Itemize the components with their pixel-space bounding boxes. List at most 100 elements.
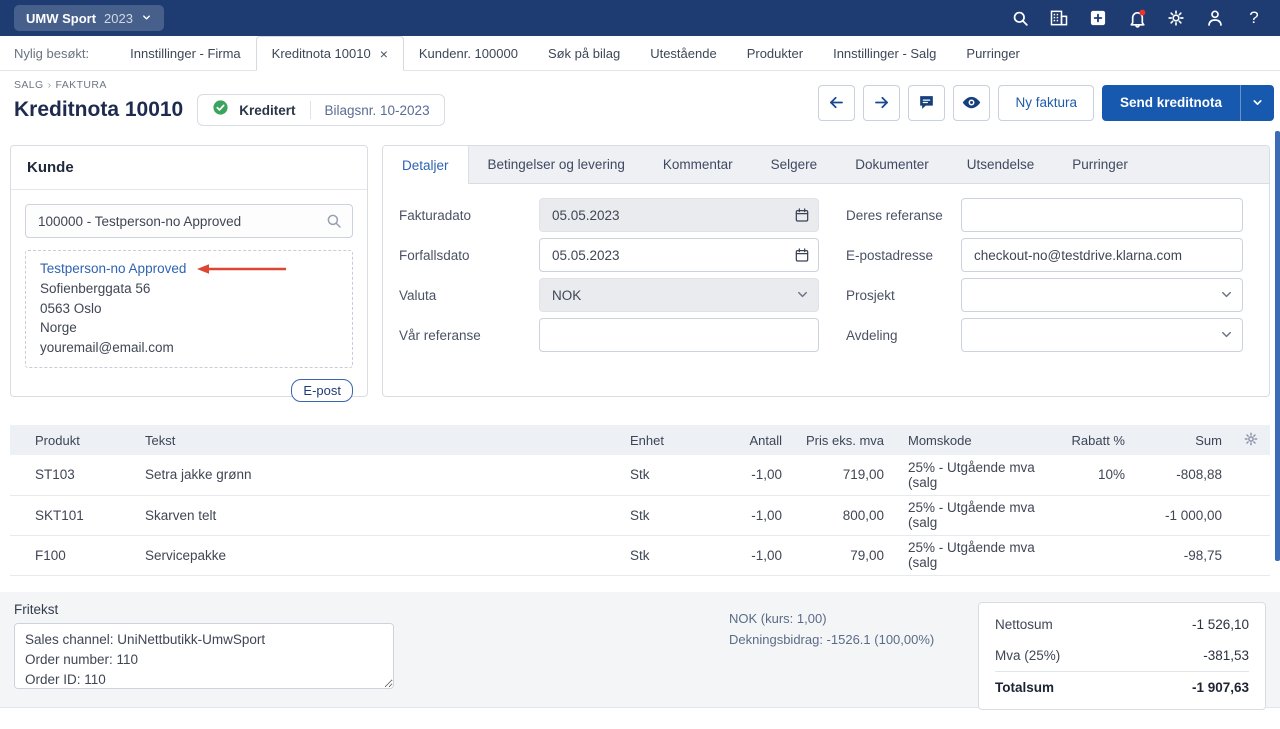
details-tab[interactable]: Kommentar <box>644 146 752 183</box>
cell-actions <box>1232 455 1270 496</box>
help-icon[interactable]: ? <box>1242 6 1266 30</box>
settings-icon[interactable] <box>1164 6 1188 30</box>
history-tab[interactable]: Produkter <box>732 36 818 70</box>
summary-info: NOK (kurs: 1,00) Dekningsbidrag: -1526.1… <box>729 602 934 693</box>
details-tab[interactable]: Purringer <box>1053 146 1147 183</box>
currency-select[interactable] <box>539 278 819 312</box>
project-select[interactable] <box>961 278 1243 312</box>
details-tab[interactable]: Utsendelse <box>948 146 1054 183</box>
send-creditnote-button[interactable]: Send kreditnota <box>1101 84 1240 121</box>
history-tab[interactable]: Kreditnota 10010 × <box>255 36 404 71</box>
our-reference-control <box>539 318 819 352</box>
history-tab[interactable]: Utestående <box>635 36 732 70</box>
cell-price: 800,00 <box>792 495 894 536</box>
department-select[interactable] <box>961 318 1243 352</box>
due-date-control <box>539 238 819 272</box>
cell-product: F100 <box>10 535 135 576</box>
breadcrumb-section[interactable]: SALG <box>14 79 44 91</box>
details-tab[interactable]: Selgere <box>752 146 837 183</box>
history-tab[interactable]: Purringer <box>951 36 1034 70</box>
bottom-section: Fritekst Sales channel: UniNettbutikk-Um… <box>0 591 1280 710</box>
main-content: Kunde Testperson-no Approved <box>0 135 1280 402</box>
due-date-input[interactable] <box>539 238 819 272</box>
address-line: Norge <box>40 320 77 335</box>
status-badge: Kreditert <box>239 102 296 118</box>
table-row[interactable]: SKT101 Skarven telt Stk -1,00 800,00 25% - Ut… <box>10 495 1270 536</box>
customer-address: Sofienberggata 56 0563 Oslo Norge youremail… <box>40 279 338 357</box>
page-header: SALG › FAKTURA Kreditnota 10010 Kreditert … <box>0 71 1280 135</box>
cell-sum: -808,88 <box>1135 455 1232 496</box>
field-department: Avdeling <box>846 318 1253 352</box>
topbar-icons: ? <box>1008 6 1266 30</box>
address-line: 0563 Oslo <box>40 300 102 316</box>
invoice-date-input[interactable] <box>539 198 819 232</box>
company-name: UMW Sport <box>26 10 97 26</box>
breadcrumb-page[interactable]: FAKTURA <box>56 79 107 91</box>
customer-panel-title: Kunde <box>11 146 367 190</box>
search-icon[interactable] <box>1008 6 1032 30</box>
totals-row: Nettosum -1 526,10 <box>995 609 1249 640</box>
details-tab[interactable]: Detaljer <box>383 146 469 184</box>
status-group: Kreditert Bilagsnr. 10-2023 <box>197 94 445 126</box>
totals-card: Nettosum -1 526,10 Mva (25%) -381,53 Totalsu… <box>978 601 1266 710</box>
search-icon <box>325 212 343 235</box>
customer-name-link[interactable]: Testperson-no Approved <box>40 259 186 279</box>
free-text-label: Fritekst <box>14 601 59 617</box>
invoice-date-control <box>539 198 819 232</box>
account-icon[interactable] <box>1203 6 1227 30</box>
totals-list: Nettosum -1 526,10 Mva (25%) -381,53 Totalsu… <box>995 609 1249 703</box>
column-header-text: Tekst <box>135 425 620 455</box>
contribution-margin-info: Dekningsbidrag: -1526.1 (100,00%) <box>729 631 935 647</box>
send-options-chevron-icon[interactable] <box>1240 84 1274 121</box>
our-reference-input[interactable] <box>539 318 819 352</box>
cell-unit: Stk <box>620 455 710 496</box>
previous-button[interactable] <box>818 84 856 121</box>
history-tab[interactable]: Innstillinger - Salg <box>818 36 951 70</box>
their-reference-control <box>961 198 1243 232</box>
customer-search-input[interactable] <box>25 204 353 238</box>
free-text-area[interactable]: Sales channel: UniNettbutikk-UmwSport Or… <box>14 622 394 689</box>
column-header-unit: Enhet <box>620 425 710 455</box>
details-tab[interactable]: Betingelser og levering <box>469 146 644 183</box>
details-tab[interactable]: Dokumenter <box>836 146 948 183</box>
company-register-icon[interactable] <box>1047 6 1071 30</box>
history-tab[interactable]: Innstillinger - Firma <box>115 36 256 70</box>
currency-rate-info: NOK (kurs: 1,00) <box>729 610 827 626</box>
field-invoice-date: Fakturadato <box>399 198 819 232</box>
field-project: Prosjekt <box>846 278 1253 312</box>
email-address-input[interactable] <box>961 238 1243 272</box>
history-tab[interactable]: Kundenr. 100000 <box>404 36 533 70</box>
next-button[interactable] <box>863 84 901 121</box>
cell-quantity: -1,00 <box>710 495 792 536</box>
cell-discount <box>1054 535 1135 576</box>
close-tab-icon[interactable]: × <box>380 46 388 62</box>
their-reference-input[interactable] <box>961 198 1243 232</box>
cell-text: Servicepakke <box>135 535 620 576</box>
notifications-icon[interactable] <box>1125 6 1149 30</box>
column-header-vat_code: Momskode <box>894 425 1054 455</box>
cell-unit: Stk <box>620 495 710 536</box>
history-tab-label: Produkter <box>746 45 804 61</box>
department-value <box>961 318 1243 352</box>
field-our-reference: Vår referanse <box>399 318 819 352</box>
line-items-section: Produkt Tekst Enhet Antall Pris eks. mva Moms… <box>0 425 1280 576</box>
line-items-table: Produkt Tekst Enhet Antall Pris eks. mva Moms… <box>10 425 1270 576</box>
gear-icon[interactable] <box>1243 432 1259 450</box>
email-button[interactable]: E-post <box>291 379 353 402</box>
scrollbar[interactable] <box>1275 131 1280 561</box>
customer-panel: Kunde Testperson-no Approved <box>10 145 368 402</box>
table-settings-cell[interactable] <box>1232 425 1270 455</box>
preview-eye-button[interactable] <box>953 84 991 121</box>
send-split-button: Send kreditnota <box>1101 84 1274 121</box>
voucher-number[interactable]: Bilagsnr. 10-2023 <box>325 103 430 118</box>
history-tab[interactable]: Søk på bilag <box>533 36 635 70</box>
totals-row: Mva (25%) -381,53 <box>995 640 1249 671</box>
comment-button[interactable] <box>908 84 946 121</box>
company-selector[interactable]: UMW Sport 2023 <box>14 5 164 31</box>
table-row[interactable]: ST103 Setra jakke grønn Stk -1,00 719,00 25% … <box>10 455 1270 496</box>
cell-discount <box>1054 495 1135 536</box>
add-icon[interactable] <box>1086 6 1110 30</box>
new-invoice-button[interactable]: Ny faktura <box>998 84 1094 121</box>
table-row[interactable]: F100 Servicepakke Stk -1,00 79,00 25% - Utgåe… <box>10 535 1270 576</box>
details-tab-list: Detaljer Betingelser og levering Kommentar… <box>383 146 1269 184</box>
